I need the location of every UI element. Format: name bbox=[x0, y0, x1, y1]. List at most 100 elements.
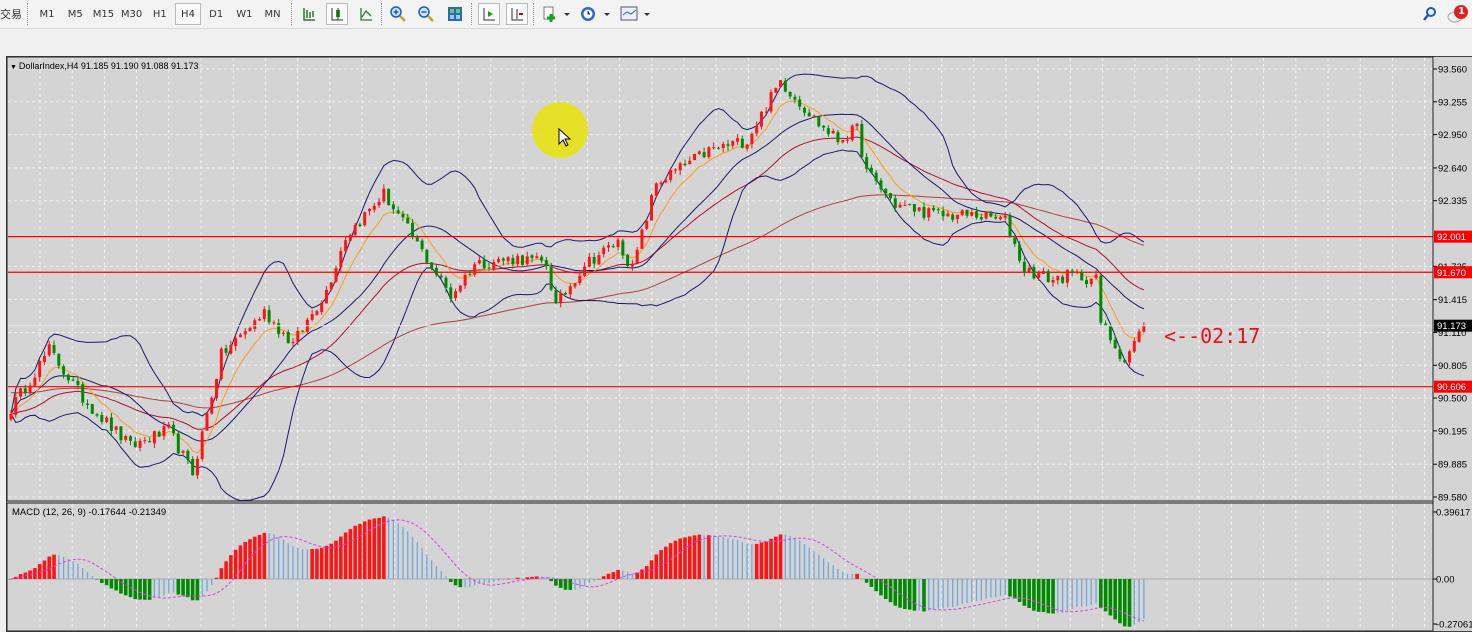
candle-body bbox=[607, 245, 610, 248]
candle-body bbox=[544, 260, 548, 266]
macd-histogram-bar bbox=[1036, 579, 1041, 612]
candle-body bbox=[530, 255, 534, 258]
candle-body bbox=[597, 255, 601, 265]
candle-body bbox=[850, 125, 854, 141]
macd-histogram-bar bbox=[525, 577, 530, 579]
price-tick-label: 89.885 bbox=[1438, 460, 1467, 471]
candle-body bbox=[454, 291, 458, 299]
candle-body bbox=[396, 210, 400, 214]
candle-body bbox=[673, 169, 677, 171]
candle-body bbox=[563, 293, 567, 295]
macd-histogram-bar bbox=[58, 555, 60, 579]
candle-body bbox=[62, 366, 66, 375]
candle-body bbox=[898, 204, 902, 208]
candle-body bbox=[9, 414, 13, 420]
macd-histogram-bar bbox=[574, 579, 576, 590]
candle-body bbox=[736, 138, 740, 142]
candle-body bbox=[573, 283, 577, 287]
candle-body bbox=[1037, 273, 1041, 278]
candle-body bbox=[836, 131, 840, 143]
macd-histogram-bar bbox=[769, 538, 773, 579]
macd-histogram-bar bbox=[846, 573, 849, 579]
macd-histogram-bar bbox=[837, 568, 839, 579]
candle-body bbox=[243, 331, 247, 335]
candle-body bbox=[449, 287, 453, 299]
bar-timer: <--02:17 bbox=[1164, 324, 1261, 348]
macd-histogram-bar bbox=[229, 555, 233, 579]
macd-histogram-bar bbox=[339, 536, 343, 579]
macd-histogram-bar bbox=[1057, 579, 1059, 613]
macd-histogram-bar bbox=[864, 579, 869, 583]
macd-histogram-bar bbox=[937, 579, 939, 609]
macd-histogram-bar bbox=[158, 579, 160, 598]
candle-body bbox=[750, 133, 754, 145]
macd-histogram-bar bbox=[999, 579, 1002, 597]
macd-histogram-bar bbox=[214, 577, 219, 579]
candle-body bbox=[788, 91, 792, 97]
macd-histogram-bar bbox=[855, 573, 859, 579]
macd-histogram-bar bbox=[774, 536, 778, 579]
macd-histogram-bar bbox=[1046, 579, 1051, 614]
macd-histogram-bar bbox=[72, 561, 74, 579]
macd-histogram-bar bbox=[727, 538, 729, 579]
candle-body bbox=[100, 414, 104, 422]
candle-body bbox=[234, 338, 238, 347]
macd-histogram-bar bbox=[190, 579, 195, 601]
macd-histogram-bar bbox=[549, 579, 553, 582]
macd-histogram-bar bbox=[754, 543, 759, 579]
macd-histogram-bar bbox=[186, 579, 190, 598]
candle-body bbox=[138, 440, 142, 448]
macd-histogram-bar bbox=[784, 534, 787, 579]
macd-histogram-bar bbox=[611, 572, 616, 579]
price-tick-label: 90.500 bbox=[1438, 394, 1467, 405]
candle-body bbox=[994, 216, 998, 219]
price-chart[interactable]: 93.56093.25592.95092.64092.33591.72591.4… bbox=[0, 0, 1472, 632]
macd-histogram-bar bbox=[168, 579, 170, 594]
candle-body bbox=[1018, 244, 1022, 261]
candle-body bbox=[167, 424, 171, 428]
candle-body bbox=[1003, 215, 1007, 218]
macd-histogram-bar bbox=[903, 579, 907, 610]
candle-body bbox=[382, 188, 386, 202]
candle-body bbox=[434, 267, 438, 275]
macd-histogram-bar bbox=[1127, 579, 1132, 627]
macd-histogram-bar bbox=[912, 579, 917, 611]
candle-body bbox=[917, 207, 921, 211]
price-tick-label: 90.805 bbox=[1438, 361, 1467, 372]
candle-body bbox=[473, 264, 477, 275]
candle-body bbox=[458, 285, 462, 292]
candle-body bbox=[860, 124, 864, 157]
macd-histogram-bar bbox=[832, 565, 834, 579]
macd-histogram-bar bbox=[397, 523, 399, 579]
macd-histogram-bar bbox=[211, 579, 213, 586]
candle-body bbox=[654, 183, 658, 196]
candle-body bbox=[1142, 325, 1146, 332]
macd-histogram-bar bbox=[464, 579, 466, 588]
candle-body bbox=[42, 355, 46, 362]
candle-body bbox=[248, 327, 252, 332]
candle-body bbox=[401, 213, 405, 218]
candle-body bbox=[936, 209, 940, 211]
candle-body bbox=[645, 221, 649, 229]
macd-histogram-bar bbox=[219, 568, 224, 579]
candle-body bbox=[1080, 272, 1084, 281]
candle-body bbox=[769, 92, 773, 112]
candle-body bbox=[162, 426, 166, 437]
macd-histogram-bar bbox=[353, 525, 357, 579]
candle-body bbox=[66, 374, 70, 381]
macd-histogram-bar bbox=[588, 579, 591, 583]
macd-histogram-bar bbox=[493, 579, 495, 582]
candle-body bbox=[334, 268, 338, 282]
macd-histogram-bar bbox=[310, 549, 314, 579]
candle-body bbox=[669, 170, 673, 180]
candle-body bbox=[1137, 331, 1141, 342]
candle-body bbox=[511, 257, 515, 265]
candle-body bbox=[47, 344, 51, 356]
macd-histogram-bar bbox=[668, 543, 673, 579]
candle-body bbox=[143, 440, 147, 442]
candle-body bbox=[721, 143, 725, 149]
macd-histogram-bar bbox=[95, 579, 99, 580]
candle-body bbox=[683, 163, 687, 166]
candle-body bbox=[640, 229, 644, 249]
candle-body bbox=[903, 205, 907, 207]
